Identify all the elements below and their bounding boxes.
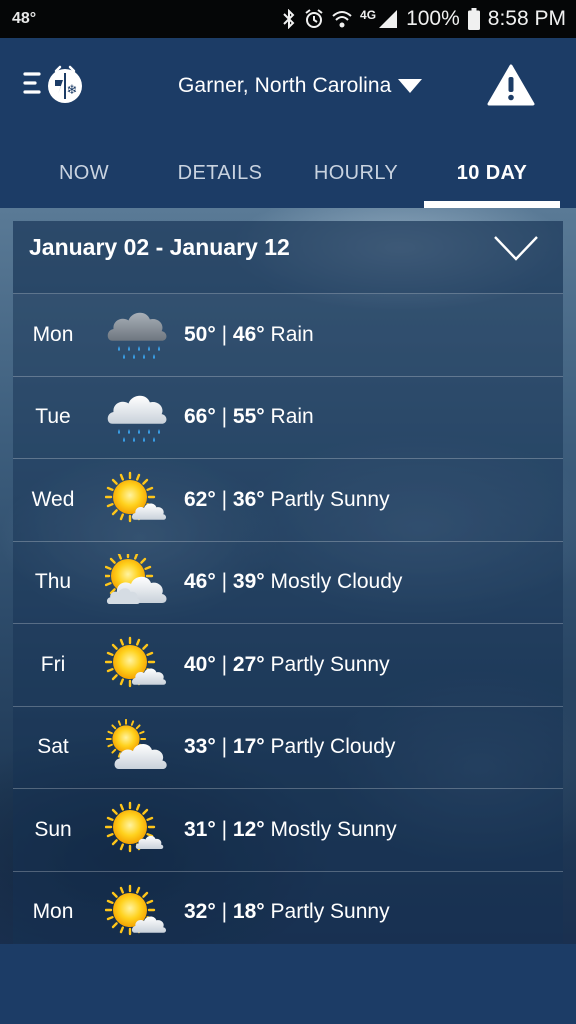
bluetooth-icon (283, 9, 295, 29)
condition-text: Partly Sunny (270, 652, 390, 676)
condition-text: Rain (270, 405, 314, 428)
partly-sunny-icon (105, 471, 167, 523)
status-time: 8:58 PM (487, 7, 566, 30)
temperature-range: 31° | 12° Mostly Sunny (184, 789, 397, 870)
forecast-row[interactable]: Wed 62° | 36° Partly Sunny (13, 459, 563, 542)
rain-cloud-icon (107, 395, 167, 442)
low-temp: 39° (232, 570, 265, 593)
forecast-row[interactable]: Mon 50° | 46° Rain (13, 294, 563, 377)
wifi-icon (332, 11, 352, 28)
menu-icon[interactable]: ❄ (22, 64, 84, 104)
battery-percent: 100% (406, 7, 460, 30)
day-label: Mon (32, 900, 74, 923)
battery-icon (467, 8, 480, 30)
forecast-row[interactable]: Tue 66° | 55° Rain (13, 376, 563, 459)
tab-now[interactable]: NOW (16, 138, 152, 208)
weatherbug-logo-icon: ❄ (48, 65, 82, 103)
forecast-row[interactable]: Sat 33° | 17° Partly Cloudy (13, 706, 563, 789)
high-temp: 31° (184, 817, 216, 841)
alert-warning-icon[interactable] (487, 64, 535, 106)
tab-10-day[interactable]: 10 DAY (424, 138, 560, 208)
high-temp: 46° (184, 570, 216, 593)
temperature-range: 46° | 39° Mostly Cloudy (184, 542, 402, 623)
status-temperature: 48° (12, 10, 37, 27)
status-bar: 48° 4G 100% 8:58 PM (0, 0, 576, 38)
tab-details[interactable]: DETAILS (152, 138, 288, 208)
app-header: ❄ Garner, North Carolina NOW DETAILS HOU… (0, 38, 576, 208)
low-temp: 36° (232, 487, 265, 511)
low-temp: 17° (232, 735, 265, 758)
day-label: Mon (32, 322, 74, 346)
mostly-cloudy-icon (105, 553, 167, 604)
high-temp: 33° (184, 735, 216, 758)
low-temp: 55° (232, 405, 265, 428)
location-selector[interactable]: Garner, North Carolina (178, 71, 423, 101)
low-temp: 12° (232, 817, 265, 841)
mostly-sunny-icon (105, 801, 164, 853)
tab-bar: NOW DETAILS HOURLY 10 DAY (0, 138, 576, 208)
chevron-down-icon[interactable] (493, 235, 539, 261)
condition-text: Partly Sunny (270, 487, 390, 511)
partly-sunny-icon (105, 636, 167, 688)
day-label: Tue (35, 405, 71, 428)
date-range-header[interactable]: January 02 - January 12 (13, 221, 563, 294)
active-tab-indicator (424, 201, 560, 208)
day-label: Thu (34, 570, 72, 593)
temperature-range: 50° | 46° Rain (184, 294, 314, 375)
forecast-row[interactable]: Sun 31° | 12° Mostly Sunny (13, 789, 563, 872)
condition-text: Rain (270, 322, 314, 346)
condition-text: Mostly Sunny (270, 817, 397, 841)
forecast-list: Mon 50° | 46° Rain Tue 66° | 55° Rain We… (13, 294, 563, 954)
ten-day-forecast-card: January 02 - January 12 Mon 50° | 46° Ra… (13, 221, 563, 954)
temperature-range: 66° | 55° Rain (184, 377, 314, 458)
temperature-range: 32° | 18° Partly Sunny (184, 872, 390, 953)
high-temp: 40° (184, 652, 216, 676)
high-temp: 62° (184, 487, 216, 511)
date-range: January 02 - January 12 (29, 234, 290, 260)
partly-sunny-icon (105, 884, 167, 935)
condition-text: Partly Cloudy (270, 735, 396, 758)
temperature-range: 62° | 36° Partly Sunny (184, 459, 390, 540)
svg-text:❄: ❄ (67, 83, 78, 98)
low-temp: 27° (232, 652, 265, 676)
low-temp: 46° (232, 322, 265, 346)
forecast-row[interactable]: Fri 40° | 27° Partly Sunny (13, 624, 563, 707)
network-type: 4G (360, 8, 377, 22)
condition-text: Partly Sunny (270, 900, 390, 923)
tab-hourly[interactable]: HOURLY (288, 138, 424, 208)
caret-down-icon (398, 79, 423, 93)
forecast-row[interactable]: Thu 46° | 39° Mostly Cloudy (13, 541, 563, 624)
day-label: Sun (34, 817, 72, 841)
day-label: Sat (37, 735, 69, 758)
forecast-row[interactable]: Mon 32° | 18° Partly Sunny (13, 871, 563, 954)
signal-icon (379, 10, 398, 28)
location-name: Garner, North Carolina (178, 74, 392, 97)
condition-text: Mostly Cloudy (270, 570, 403, 593)
bottom-panel (0, 944, 576, 1024)
rain-cloud-dark-icon (107, 312, 167, 359)
status-icons: 4G 100% 8:58 PM (282, 7, 566, 31)
low-temp: 18° (232, 900, 265, 923)
high-temp: 50° (184, 322, 216, 346)
day-label: Fri (40, 652, 66, 676)
high-temp: 66° (184, 405, 216, 428)
temperature-range: 33° | 17° Partly Cloudy (184, 707, 395, 788)
partly-cloudy-icon (105, 718, 167, 769)
high-temp: 32° (184, 900, 216, 923)
day-label: Wed (31, 487, 75, 511)
alarm-icon (305, 9, 323, 28)
temperature-range: 40° | 27° Partly Sunny (184, 624, 390, 705)
